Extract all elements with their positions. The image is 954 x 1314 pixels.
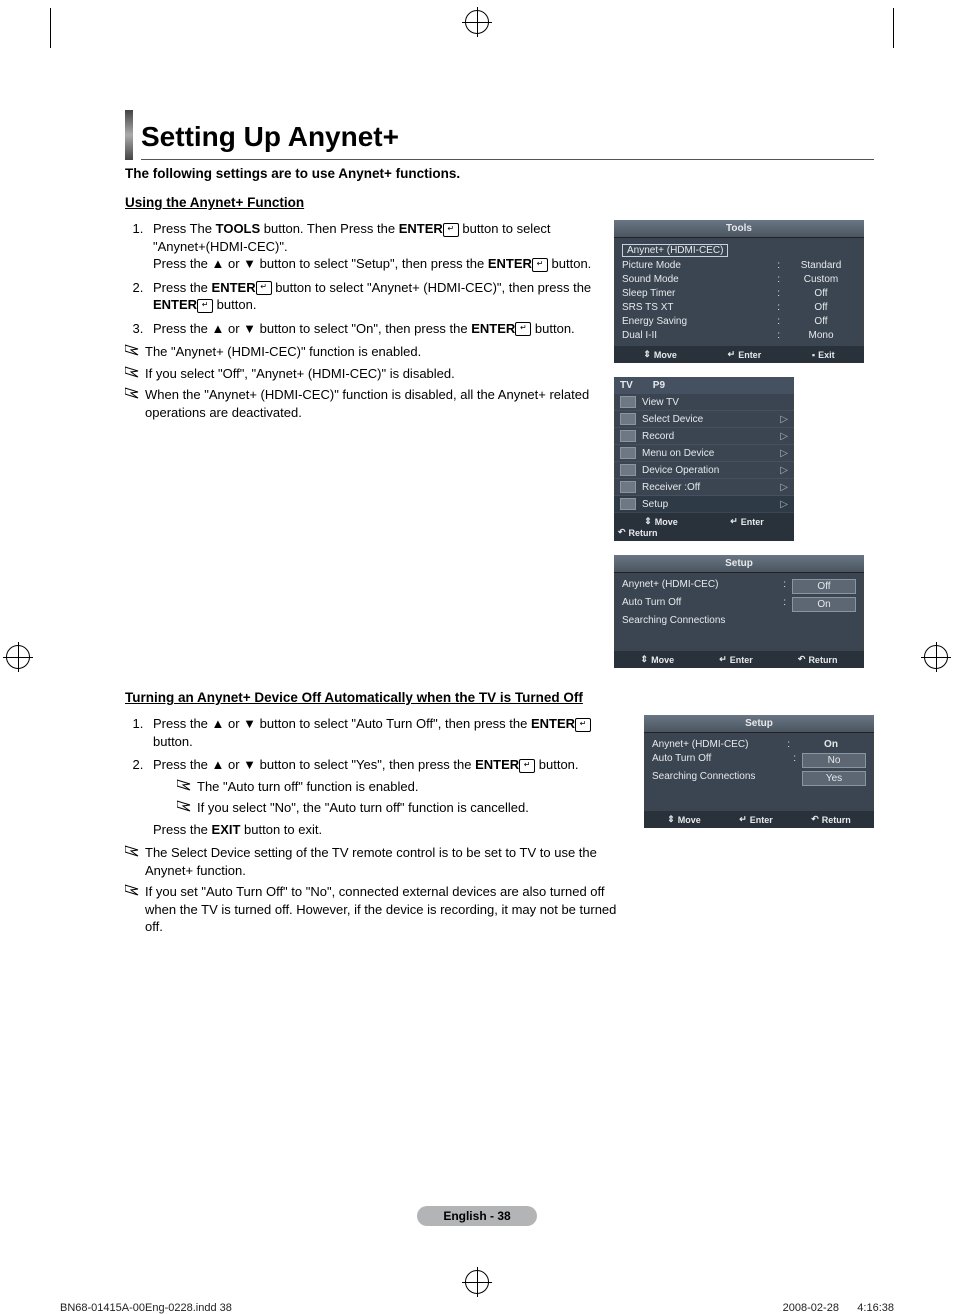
panel-row: Picture Mode:Standard <box>622 258 856 272</box>
page-number-badge: English - 38 <box>417 1206 537 1226</box>
screenshots-column: Tools Anynet+ (HDMI-CEC) Picture Mode:St… <box>614 220 874 668</box>
menu-item: Setup▷ <box>614 496 794 513</box>
menu-item: Receiver :Off▷ <box>614 479 794 496</box>
pointer-icon <box>125 365 139 377</box>
panel-title: Setup <box>644 715 874 733</box>
tv-menu-panel: TV P9 View TVSelect Device▷Record▷Menu o… <box>614 377 794 541</box>
panel-row: Anynet+ (HDMI-CEC):Off <box>622 577 856 595</box>
page: Setting Up Anynet+ The following setting… <box>0 0 954 1314</box>
panel-title: Tools <box>614 220 864 238</box>
registration-mark-icon <box>465 10 489 34</box>
note-line: The Select Device setting of the TV remo… <box>125 844 628 879</box>
enter-icon: ↵ <box>197 299 213 313</box>
panel-title: Setup <box>614 555 864 573</box>
panel-row: Searching Connections <box>622 613 856 627</box>
device-icon <box>620 447 636 459</box>
instructions-column: Press The TOOLS button. Then Press the E… <box>125 220 598 668</box>
chevron-right-icon: ▷ <box>780 431 788 442</box>
enter-icon: ↵ <box>515 322 531 336</box>
footer-timestamp: 2008-02-28 4:16:38 <box>783 1302 894 1314</box>
device-icon <box>620 464 636 476</box>
title-accent-bar <box>125 110 133 160</box>
note-line: If you select "No", the "Auto turn off" … <box>177 799 628 817</box>
pointer-icon <box>177 778 191 790</box>
menu-item: Record▷ <box>614 428 794 445</box>
option-value-box: Yes <box>802 771 866 786</box>
enter-icon: ↵ <box>575 718 591 732</box>
note-line: The "Auto turn off" function is enabled. <box>177 778 628 796</box>
option-value-box: No <box>802 753 866 768</box>
setup-panel: Setup Anynet+ (HDMI-CEC):OffAuto Turn Of… <box>614 555 864 668</box>
panel-row: Sleep Timer:Off <box>622 286 856 300</box>
page-subtitle: The following settings are to use Anynet… <box>125 166 874 181</box>
panel-footer: ⇕ Move ↵ Enter ▪ Exit <box>614 346 864 363</box>
menu-item: Menu on Device▷ <box>614 445 794 462</box>
section-heading: Using the Anynet+ Function <box>125 195 874 210</box>
note-line: If you select "Off", "Anynet+ (HDMI-CEC)… <box>125 365 598 383</box>
enter-icon: ↵ <box>519 759 535 773</box>
device-icon <box>620 430 636 442</box>
pointer-icon <box>177 799 191 811</box>
section-heading: Turning an Anynet+ Device Off Automatica… <box>125 690 874 705</box>
page-title: Setting Up Anynet+ <box>141 121 874 160</box>
registration-mark-icon <box>465 1270 489 1294</box>
option-value-box: On <box>792 597 856 612</box>
registration-mark-icon <box>6 645 30 669</box>
channel-label: P9 <box>653 380 665 391</box>
pointer-icon <box>125 844 139 856</box>
footer-filename: BN68-01415A-00Eng-0228.indd 38 <box>60 1302 232 1314</box>
menu-item: Device Operation▷ <box>614 462 794 479</box>
registration-mark-icon <box>924 645 948 669</box>
menu-item: View TV <box>614 394 794 411</box>
step-2: Press the ▲ or ▼ button to select "Yes",… <box>147 756 628 838</box>
device-icon <box>620 498 636 510</box>
step-1: Press The TOOLS button. Then Press the E… <box>147 220 598 273</box>
step-1: Press the ▲ or ▼ button to select "Auto … <box>147 715 628 750</box>
title-row: Setting Up Anynet+ <box>125 110 874 160</box>
panel-row: Auto Turn Off:No <box>652 751 866 769</box>
instructions-column: Press the ▲ or ▼ button to select "Auto … <box>125 715 628 940</box>
device-icon <box>620 481 636 493</box>
setup-panel-2: Setup Anynet+ (HDMI-CEC):OnAuto Turn Off… <box>644 715 874 828</box>
panel-row: Sound Mode:Custom <box>622 272 856 286</box>
menu-item: Select Device▷ <box>614 411 794 428</box>
tools-panel: Tools Anynet+ (HDMI-CEC) Picture Mode:St… <box>614 220 864 363</box>
panel-row: Energy Saving:Off <box>622 314 856 328</box>
panel-row: SRS TS XT:Off <box>622 300 856 314</box>
pointer-icon <box>125 386 139 398</box>
note-line: If you set "Auto Turn Off" to "No", conn… <box>125 883 628 936</box>
chevron-right-icon: ▷ <box>780 499 788 510</box>
step-3: Press the ▲ or ▼ button to select "On", … <box>147 320 598 338</box>
panel-footer: ⇕ Move ↵ Enter ↶ Return <box>614 513 794 541</box>
enter-icon: ↵ <box>443 223 459 237</box>
note-line: The "Anynet+ (HDMI-CEC)" function is ena… <box>125 343 598 361</box>
panel-row: Auto Turn Off:On <box>622 595 856 613</box>
panel-selected-item: Anynet+ (HDMI-CEC) <box>622 244 728 257</box>
chevron-right-icon: ▷ <box>780 482 788 493</box>
print-footer: BN68-01415A-00Eng-0228.indd 38 2008-02-2… <box>60 1302 894 1314</box>
chevron-right-icon: ▷ <box>780 414 788 425</box>
panel-footer: ⇕ Move ↵ Enter ↶ Return <box>614 651 864 668</box>
tv-label: TV <box>620 380 633 391</box>
chevron-right-icon: ▷ <box>780 465 788 476</box>
option-value-box: Off <box>792 579 856 594</box>
content-area: Setting Up Anynet+ The following setting… <box>125 110 874 940</box>
device-icon <box>620 396 636 408</box>
panel-row: Anynet+ (HDMI-CEC):On <box>652 737 866 751</box>
chevron-right-icon: ▷ <box>780 448 788 459</box>
pointer-icon <box>125 343 139 355</box>
panel-footer: ⇕ Move ↵ Enter ↶ Return <box>644 811 874 828</box>
panel-row: Dual I-II:Mono <box>622 328 856 342</box>
pointer-icon <box>125 883 139 895</box>
panel-row: Searching ConnectionsYes <box>652 769 866 787</box>
step-2: Press the ENTER↵ button to select "Anyne… <box>147 279 598 314</box>
note-line: When the "Anynet+ (HDMI-CEC)" function i… <box>125 386 598 421</box>
enter-icon: ↵ <box>256 281 272 295</box>
device-icon <box>620 413 636 425</box>
enter-icon: ↵ <box>532 258 548 272</box>
